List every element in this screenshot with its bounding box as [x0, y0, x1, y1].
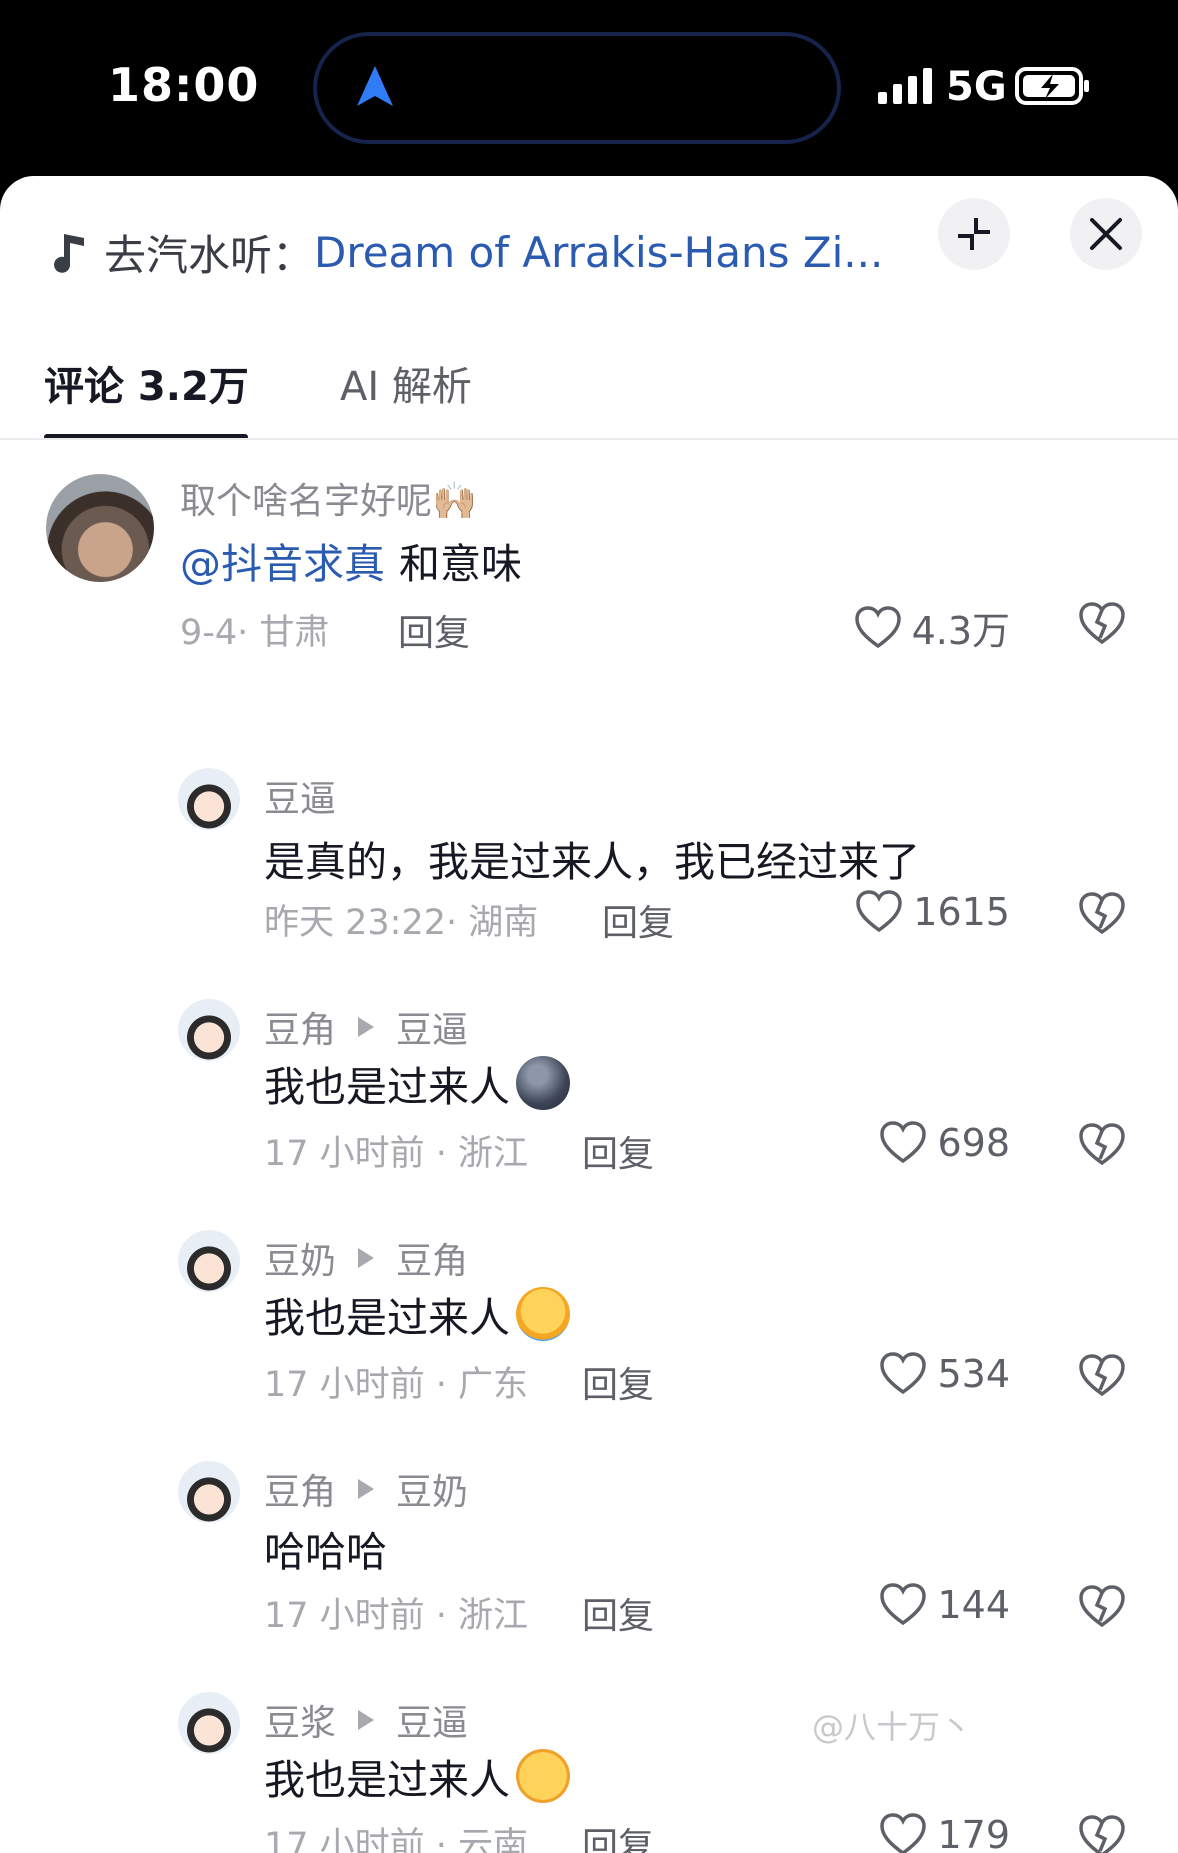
- tab-ai-analysis[interactable]: AI 解析: [340, 354, 472, 412]
- like-button[interactable]: 534: [879, 1352, 1010, 1396]
- reply-to-name: 豆角: [396, 1241, 469, 1282]
- like-count: 179: [937, 1813, 1010, 1853]
- heart-icon: [880, 1583, 927, 1626]
- status-time: 18:00: [108, 58, 260, 112]
- like-button[interactable]: 179: [879, 1813, 1010, 1853]
- comment-text-row: @抖音求真 和意味: [180, 530, 522, 590]
- tabs-divider: [0, 438, 1178, 440]
- comment-text: 我也是过来人: [264, 1063, 510, 1111]
- reply-to-name: 豆逼: [396, 1010, 469, 1051]
- battery-icon: [1015, 67, 1089, 105]
- comment-mention[interactable]: @抖音求真: [180, 530, 385, 590]
- status-bar: 18:00 5G: [0, 0, 1178, 178]
- like-button[interactable]: 1615: [855, 890, 1010, 934]
- comment-text-row: 我也是过来人: [264, 1284, 570, 1344]
- heart-icon: [856, 890, 903, 933]
- comment-text-row: 我也是过来人: [264, 1053, 570, 1113]
- comment-meta: 昨天 23:22· 湖南: [264, 903, 539, 943]
- reply-to-name: 豆逼: [396, 1703, 469, 1744]
- comment-text-row: 我也是过来人: [264, 1746, 570, 1806]
- comment-text: 和意味: [399, 540, 522, 588]
- heart-icon: [880, 1352, 927, 1395]
- music-prefix: 去汽水听：: [104, 230, 315, 280]
- smirk-face-emoji-icon: [516, 1749, 570, 1803]
- avatar[interactable]: [178, 999, 240, 1061]
- comment-username[interactable]: 豆角 豆奶: [264, 1463, 468, 1515]
- like-button[interactable]: 144: [879, 1583, 1010, 1627]
- heart-icon: [880, 1813, 927, 1853]
- close-button[interactable]: [1070, 198, 1142, 270]
- comment-username[interactable]: 豆奶 豆角: [264, 1232, 468, 1284]
- tab-comments[interactable]: 评论 3.2万: [44, 354, 249, 412]
- comment-meta: 17 小时前 · 云南: [264, 1826, 529, 1853]
- signal-icon: [878, 68, 932, 104]
- comment-meta: 9-4· 甘肃: [180, 613, 330, 653]
- navigation-arrow-icon: [357, 66, 393, 106]
- music-note-icon: [54, 234, 84, 273]
- dislike-heart-icon[interactable]: [1078, 602, 1126, 646]
- comment-username[interactable]: 豆角 豆逼: [264, 1001, 468, 1053]
- comment-text: 哈哈哈: [264, 1528, 387, 1576]
- reply-to-name: 豆奶: [396, 1472, 469, 1513]
- dislike-heart-icon[interactable]: [1078, 892, 1126, 936]
- dynamic-island: [313, 32, 841, 144]
- heart-icon: [854, 605, 901, 648]
- dislike-heart-icon[interactable]: [1078, 1815, 1126, 1853]
- reply-arrow-icon: [358, 1479, 375, 1499]
- song-title[interactable]: Dream of Arrakis-Hans Zi...: [314, 228, 883, 277]
- comment-meta: 17 小时前 · 浙江: [264, 1134, 529, 1174]
- comment-text: 是真的，我是过来人，我已经过来了: [264, 838, 920, 886]
- comment-username[interactable]: 取个啥名字好呢🙌🏼: [180, 472, 477, 524]
- comment-meta: 17 小时前 · 广东: [264, 1365, 529, 1405]
- avatar[interactable]: [178, 768, 240, 830]
- network-label: 5G: [946, 64, 1007, 110]
- comment-text: 我也是过来人: [264, 1294, 510, 1342]
- reply-button[interactable]: 回复: [582, 1356, 654, 1408]
- reply-button[interactable]: 回复: [582, 1817, 654, 1853]
- dislike-heart-icon[interactable]: [1078, 1123, 1126, 1167]
- comment-username[interactable]: 豆逼: [264, 770, 336, 822]
- like-count: 698: [937, 1121, 1010, 1165]
- heart-icon: [880, 1121, 927, 1164]
- reply-arrow-icon: [358, 1710, 375, 1730]
- avatar[interactable]: [178, 1230, 240, 1292]
- dislike-heart-icon[interactable]: [1078, 1354, 1126, 1398]
- reply-button[interactable]: 回复: [398, 604, 470, 656]
- weibo-watermark: @八十万丶: [812, 1708, 973, 1746]
- crying-face-emoji-icon: [516, 1287, 570, 1341]
- reply-arrow-icon: [358, 1017, 375, 1037]
- comment-sheet: 去汽水听： Dream of Arrakis-Hans Zi... 评论 3.2…: [0, 176, 1178, 1853]
- like-button[interactable]: 4.3万: [854, 600, 1010, 655]
- avatar[interactable]: [178, 1461, 240, 1523]
- reply-arrow-icon: [358, 1248, 375, 1268]
- comment-text: 我也是过来人: [264, 1756, 510, 1804]
- reply-button[interactable]: 回复: [582, 1587, 654, 1639]
- reply-button[interactable]: 回复: [582, 1125, 654, 1177]
- like-button[interactable]: 698: [879, 1121, 1010, 1165]
- like-count: 144: [937, 1583, 1010, 1627]
- avatar[interactable]: [46, 474, 154, 582]
- like-count: 534: [937, 1352, 1010, 1396]
- reply-button[interactable]: 回复: [602, 894, 674, 946]
- close-icon: [1090, 218, 1122, 250]
- avatar[interactable]: [178, 1692, 240, 1754]
- dislike-heart-icon[interactable]: [1078, 1585, 1126, 1629]
- like-count: 4.3万: [911, 609, 1010, 653]
- comment-username[interactable]: 豆浆 豆逼: [264, 1694, 468, 1746]
- like-count: 1615: [913, 890, 1010, 934]
- comment-meta: 17 小时前 · 浙江: [264, 1596, 529, 1636]
- minimize-icon: [958, 218, 990, 250]
- moon-face-emoji-icon: [516, 1056, 570, 1110]
- minimize-button[interactable]: [938, 198, 1010, 270]
- music-link[interactable]: 去汽水听： Dream of Arrakis-Hans Zi...: [50, 222, 883, 282]
